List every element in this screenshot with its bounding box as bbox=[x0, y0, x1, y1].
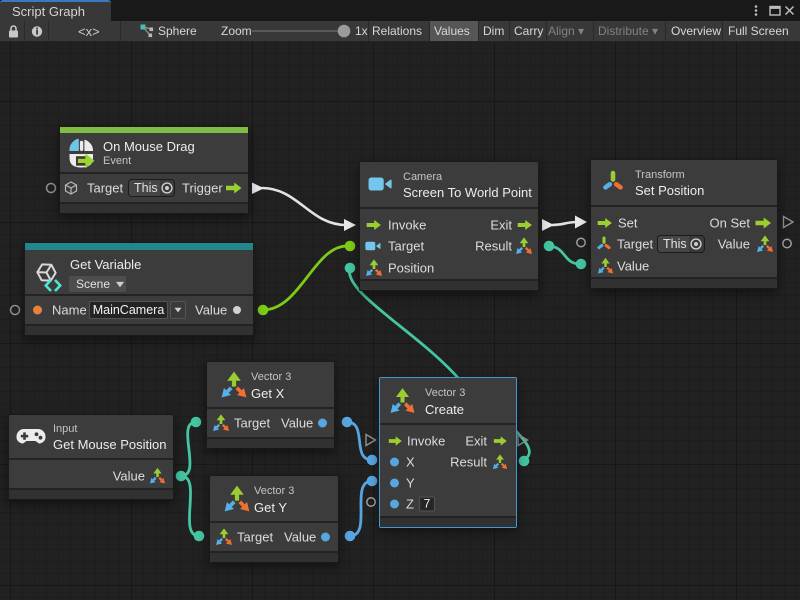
svg-text:<x>: <x> bbox=[78, 25, 100, 38]
